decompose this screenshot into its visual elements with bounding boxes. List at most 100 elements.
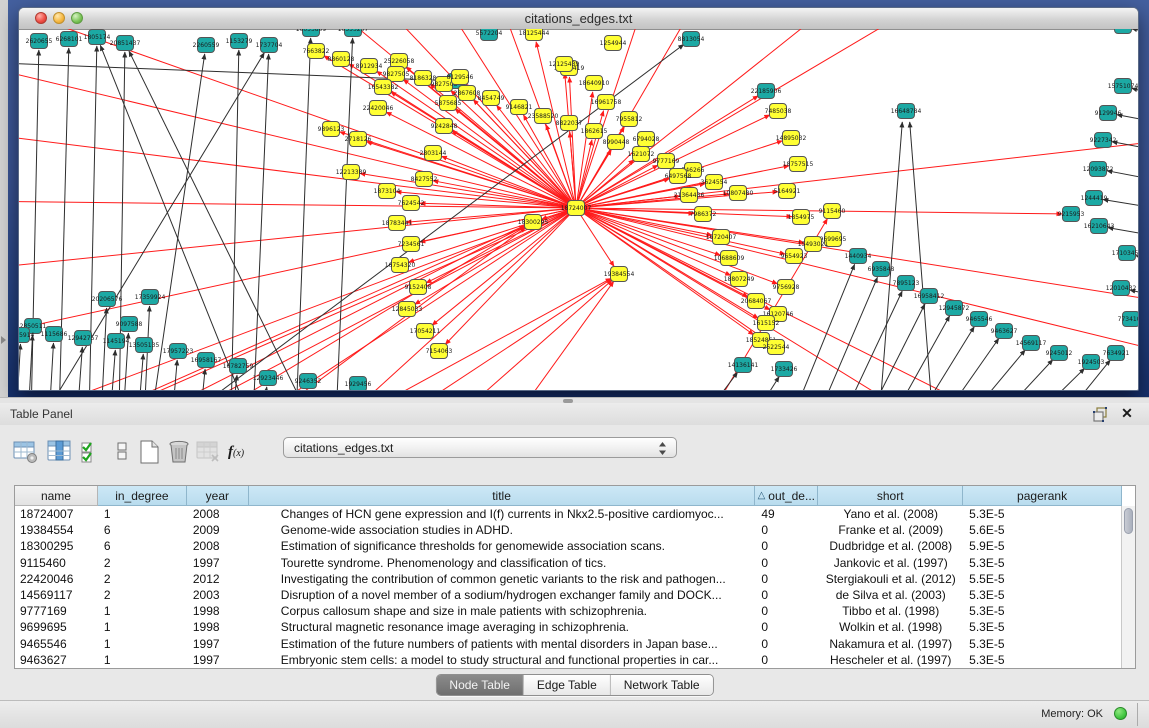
graph-edge[interactable]	[262, 387, 267, 390]
graph-edge[interactable]	[296, 38, 311, 390]
table-row[interactable]: 1872400712008Changes of HCN gene express…	[15, 506, 1122, 522]
graph-node-label: 1929456	[345, 381, 372, 388]
graph-node-label: 18300295	[518, 219, 549, 226]
table-cell: 5.5E-5	[963, 571, 1122, 587]
graph-edge[interactable]	[49, 343, 53, 390]
graph-edge[interactable]	[576, 142, 1138, 208]
tab-network-table[interactable]: Network Table	[611, 675, 713, 695]
graph-edge[interactable]	[61, 226, 525, 390]
table-row[interactable]: 946554611997Estimation of the future num…	[15, 636, 1122, 652]
graph-node-label: 1153279	[226, 38, 253, 45]
table-cell: 0	[755, 522, 818, 538]
table-row[interactable]: 969969511998Structural magnetic resonanc…	[15, 619, 1122, 635]
network-window-titlebar[interactable]: citations_edges.txt	[19, 8, 1138, 30]
graph-edge[interactable]	[19, 201, 576, 208]
graph-edge[interactable]	[879, 122, 902, 390]
table-row[interactable]: 2242004622012Investigating the contribut…	[15, 571, 1122, 587]
graph-node-label: 1805174	[84, 34, 111, 41]
graph-edge[interactable]	[791, 264, 855, 390]
graph-edge[interactable]	[432, 208, 576, 325]
table-vertical-scrollbar[interactable]	[1121, 506, 1135, 668]
graph-edge[interactable]	[129, 51, 311, 390]
table-cell: 2	[98, 571, 187, 587]
graph-canvas[interactable]: 2620655626810118051742085143722605591153…	[19, 29, 1138, 390]
graph-edge[interactable]	[1031, 368, 1085, 390]
graph-edge[interactable]	[336, 38, 353, 390]
table-cell: 14569117	[15, 587, 98, 603]
graph-edge[interactable]	[701, 372, 738, 390]
graph-node-label: 1733426	[771, 366, 798, 373]
column-header-year[interactable]: year	[187, 486, 249, 506]
column-header-out-degree[interactable]: △ out_de...	[755, 486, 818, 506]
column-visibility-icon[interactable]	[47, 439, 73, 465]
table-row[interactable]: 1830029562008Estimation of significance …	[15, 538, 1122, 554]
graph-node-label: 15751074	[1108, 83, 1138, 90]
graph-node-label: 10688609	[714, 255, 745, 262]
graph-node-label: 12942757	[68, 335, 99, 342]
function-builder-icon[interactable]: f(x)	[228, 439, 254, 465]
scrollbar-thumb[interactable]	[1124, 508, 1133, 534]
row-selection-icon[interactable]	[80, 439, 106, 465]
delete-columns-icon[interactable]	[167, 439, 193, 465]
graph-edge[interactable]	[576, 92, 593, 208]
graph-node-label: 14136141	[728, 362, 759, 369]
column-header-pagerank[interactable]: pagerank	[963, 486, 1122, 506]
graph-node-label: 16720407	[706, 234, 737, 241]
table-row[interactable]: 911546021997Tourette syndrome. Phenomeno…	[15, 555, 1122, 571]
graph-edge[interactable]	[941, 338, 999, 390]
graph-node-label: 7634921	[1103, 350, 1130, 357]
graph-node-label: 12010432	[1106, 285, 1137, 292]
graph-edge[interactable]	[121, 226, 525, 390]
graph-edge[interactable]	[19, 132, 576, 208]
graph-edge[interactable]	[916, 327, 974, 390]
table-row[interactable]: 946362711997Embryonic stem cells: a mode…	[15, 652, 1122, 668]
table-settings-icon[interactable]	[13, 439, 39, 465]
graph-edge[interactable]	[506, 281, 614, 390]
column-header-short[interactable]: short	[818, 486, 963, 506]
tab-edge-table[interactable]: Edge Table	[524, 675, 611, 695]
network-desktop: citations_edges.txt 26206556268101180517…	[8, 0, 1149, 397]
column-header-name[interactable]: name	[15, 486, 98, 506]
graph-node-label: 10807480	[723, 190, 754, 197]
graph-node-label: 1621072	[628, 151, 655, 158]
graph-edge[interactable]	[110, 350, 115, 390]
table-toolbar: f(x) citations_edges.txt	[0, 425, 1149, 483]
graph-edge[interactable]	[1103, 199, 1138, 209]
new-column-icon[interactable]	[137, 439, 163, 465]
table-cell: 9463627	[15, 652, 98, 668]
graph-edge[interactable]	[910, 122, 933, 390]
table-cell: 9465546	[15, 636, 98, 652]
graph-node-label: 9152408	[405, 284, 432, 291]
close-panel-icon[interactable]: ✕	[1119, 405, 1135, 421]
panel-collapse-arrow-icon[interactable]	[1, 336, 6, 344]
graph-node-label: 14895032	[776, 135, 807, 142]
table-row[interactable]: 977716911998Corpus callosum shape and si…	[15, 603, 1122, 619]
graph-node-label: 16958167	[191, 357, 222, 364]
graph-edge[interactable]	[19, 63, 576, 208]
table-row[interactable]: 1456911722003Disruption of a novel membe…	[15, 587, 1122, 603]
table-selector-dropdown[interactable]: citations_edges.txt	[283, 437, 677, 458]
graph-edge[interactable]	[576, 208, 1138, 349]
table-cell: Tibbo et al. (1998)	[818, 603, 963, 619]
graph-edge[interactable]	[77, 347, 82, 390]
column-header-in-degree[interactable]: in_degree	[98, 486, 187, 506]
graph-edge[interactable]	[445, 208, 576, 345]
graph-edge[interactable]	[331, 278, 611, 390]
graph-node-label: 1924503	[1078, 359, 1105, 366]
network-window-title: citations_edges.txt	[19, 11, 1138, 26]
table-row[interactable]: 1938455462009Genome-wide association stu…	[15, 522, 1122, 538]
network-view-window[interactable]: citations_edges.txt 26206556268101180517…	[18, 7, 1139, 391]
graph-edge[interactable]	[866, 304, 925, 390]
tab-node-table[interactable]: Node Table	[436, 675, 524, 695]
column-header-title[interactable]: title	[249, 486, 756, 506]
row-height-icon[interactable]	[110, 439, 136, 465]
graph-edge[interactable]	[966, 350, 1025, 390]
table-cell: Hescheler et al. (1997)	[818, 652, 963, 668]
graph-edge[interactable]	[151, 54, 205, 390]
graph-node-label: 9115460	[819, 208, 846, 215]
graph-edge[interactable]	[19, 344, 20, 390]
graph-edge[interactable]	[751, 377, 779, 390]
float-panel-icon[interactable]	[1093, 406, 1109, 422]
graph-edge[interactable]	[1132, 29, 1138, 36]
graph-edge[interactable]	[816, 277, 877, 390]
